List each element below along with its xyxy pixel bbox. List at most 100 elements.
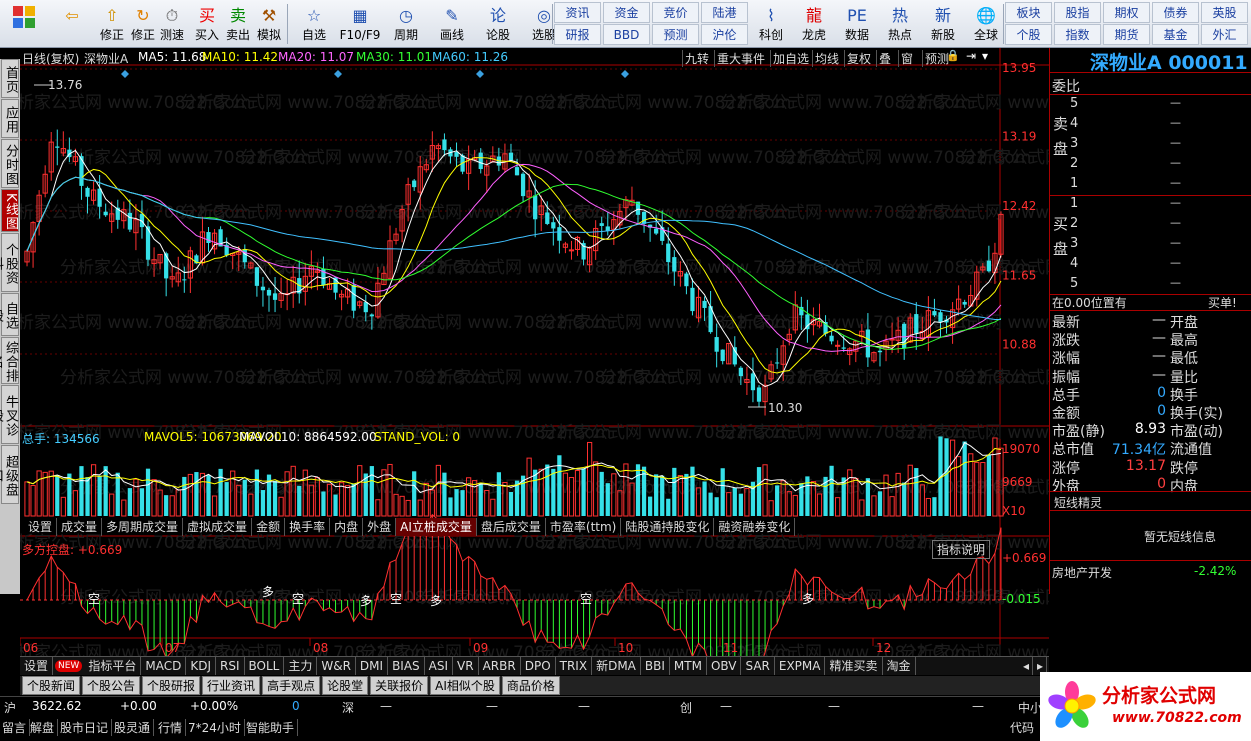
status-item-3[interactable]: 股灵通	[114, 719, 155, 736]
left-nav-5[interactable]: 自选股	[0, 293, 19, 336]
quick-link-1-2[interactable]: 预测	[652, 24, 699, 45]
period-button[interactable]: ◷ 周期	[384, 2, 428, 46]
indicator-tab-17[interactable]: MTM	[670, 657, 707, 675]
indicator-tab-13[interactable]: DPO	[521, 657, 556, 675]
left-nav-1[interactable]: 应用	[1, 99, 19, 138]
left-nav-2[interactable]: 分时图	[1, 139, 19, 188]
vol-tab-4[interactable]: 金额	[252, 518, 286, 536]
vol-tab-0[interactable]: 设置	[24, 518, 58, 536]
info-tab-7[interactable]: AI相似个股	[430, 676, 500, 695]
market-link-1-2[interactable]: 期货	[1103, 24, 1150, 45]
indicator-tab-22[interactable]: 淘金	[883, 657, 916, 675]
market-link-1-3[interactable]: 基金	[1152, 24, 1199, 45]
global-button[interactable]: 🌐 全球	[965, 2, 1007, 46]
vol-tab-6[interactable]: 内盘	[330, 518, 364, 536]
vol-tab-7[interactable]: 外盘	[363, 518, 397, 536]
quick-link-0-0[interactable]: 资讯	[554, 2, 601, 23]
quick-link-1-3[interactable]: 沪伦	[701, 24, 748, 45]
left-nav-8[interactable]: 超级盘口	[0, 445, 19, 504]
vol-tab-2[interactable]: 多周期成交量	[102, 518, 184, 536]
fix-button[interactable]: ↻ 修正	[126, 2, 160, 46]
chart-btn-6[interactable]: 窗	[898, 50, 913, 67]
status-item-4[interactable]: 行情	[158, 719, 187, 736]
code-input-label[interactable]: 代码	[1010, 719, 1034, 736]
info-tab-1[interactable]: 个股公告	[82, 676, 141, 695]
market-link-0-1[interactable]: 股指	[1054, 2, 1101, 23]
chart-btn-2[interactable]: 加自选	[770, 50, 809, 67]
status-item-6[interactable]: 智能助手	[246, 719, 299, 736]
indicator-tab-7[interactable]: W&R	[317, 657, 356, 675]
indicator-tab-2[interactable]: MACD	[141, 657, 187, 675]
status-item-0[interactable]: 留言	[2, 719, 31, 736]
market-link-1-0[interactable]: 个股	[1005, 24, 1052, 45]
kline-chart-area[interactable]: 分析家公式网 www.70822.Com 分析家公式网 www.70822.Com…	[20, 48, 1049, 668]
indicator-tab-12[interactable]: ARBR	[479, 657, 521, 675]
info-tab-8[interactable]: 商品价格	[501, 676, 560, 695]
vol-tab-5[interactable]: 换手率	[285, 518, 331, 536]
watchlist-button[interactable]: ☆ 自选	[292, 2, 336, 46]
quick-link-0-3[interactable]: 陆港	[701, 2, 748, 23]
star-market-button[interactable]: ⌇ 科创	[750, 2, 792, 46]
market-link-0-0[interactable]: 板块	[1005, 2, 1052, 23]
forum-button[interactable]: 论论股	[476, 2, 520, 46]
vol-tab-3[interactable]: 虚拟成交量	[183, 518, 253, 536]
correct-button[interactable]: ⇧ 修正	[96, 2, 128, 46]
market-link-0-4[interactable]: 英股	[1201, 2, 1248, 23]
indicator-tab-8[interactable]: DMI	[356, 657, 389, 675]
hot-button[interactable]: 热热点	[879, 2, 921, 46]
market-link-0-3[interactable]: 债券	[1152, 2, 1199, 23]
indicator-tab-16[interactable]: BBI	[641, 657, 670, 675]
info-tab-4[interactable]: 高手观点	[262, 676, 321, 695]
menu-grid-button[interactable]	[6, 2, 42, 46]
info-tab-0[interactable]: 个股新闻	[22, 676, 81, 695]
info-tab-5[interactable]: 论股堂	[322, 676, 369, 695]
dragon-tiger-button[interactable]: 龍龙虎	[793, 2, 835, 46]
vol-tab-12[interactable]: 融资融券变化	[714, 518, 796, 536]
buy-button[interactable]: 买买入	[192, 2, 222, 46]
market-link-0-2[interactable]: 期权	[1103, 2, 1150, 23]
info-tab-2[interactable]: 个股研报	[142, 676, 201, 695]
indicator-tab-18[interactable]: OBV	[707, 657, 742, 675]
dropdown-icon[interactable]: ▾	[982, 49, 988, 63]
indicator-tab-5[interactable]: BOLL	[245, 657, 285, 675]
indicator-tab-0[interactable]: 设置	[20, 657, 54, 675]
chart-btn-3[interactable]: 均线	[812, 50, 839, 67]
back-button[interactable]: ⇦	[54, 2, 90, 46]
indicator-tab-9[interactable]: BIAS	[388, 657, 425, 675]
indicator-tab-14[interactable]: TRIX	[556, 657, 593, 675]
vol-tab-9[interactable]: 盘后成交量	[477, 518, 546, 536]
chart-btn-1[interactable]: 重大事件	[714, 50, 765, 67]
indicator-tab-4[interactable]: RSI	[216, 657, 245, 675]
chart-btn-7[interactable]: 预测	[922, 50, 949, 67]
simulate-button[interactable]: ⚒ 模拟	[254, 2, 284, 46]
left-nav-7[interactable]: 牛叉诊股	[0, 385, 19, 444]
status-item-5[interactable]: 7*24小时	[188, 719, 245, 736]
indicator-tab-15[interactable]: 新DMA	[592, 657, 641, 675]
kline-chart[interactable]: 分析家公式网 www.70822.Com 分析家公式网 www.70822.Com…	[20, 48, 1049, 658]
indicator-tab-10[interactable]: ASI	[425, 657, 454, 675]
left-nav-4[interactable]: 个股资料	[0, 233, 19, 292]
quick-link-0-2[interactable]: 竞价	[652, 2, 699, 23]
indicator-tab-1[interactable]: 指标平台	[84, 657, 142, 675]
quick-link-1-0[interactable]: 研报	[554, 24, 601, 45]
vol-tab-8[interactable]: AI立桩成交量	[396, 518, 477, 536]
scroll-left-icon[interactable]: ◂	[1020, 657, 1034, 675]
status-item-2[interactable]: 股市日记	[60, 719, 113, 736]
indicator-tab-6[interactable]: 主力	[284, 657, 318, 675]
next-icon[interactable]: ⇥	[966, 49, 976, 63]
quick-link-1-1[interactable]: BBD	[603, 24, 650, 45]
market-link-1-1[interactable]: 指数	[1054, 24, 1101, 45]
left-nav-3[interactable]: K线图	[1, 189, 19, 232]
indicator-tab-11[interactable]: VR	[453, 657, 479, 675]
info-tab-3[interactable]: 行业资讯	[202, 676, 261, 695]
indicator-tab-20[interactable]: EXPMA	[775, 657, 826, 675]
indicator-tab-21[interactable]: 精准买卖	[825, 657, 883, 675]
left-nav-0[interactable]: 首页	[1, 59, 19, 98]
vol-tab-1[interactable]: 成交量	[57, 518, 103, 536]
quick-link-0-1[interactable]: 资金	[603, 2, 650, 23]
lock-icon[interactable]: 🔒	[946, 49, 960, 62]
draw-button[interactable]: ✎ 画线	[430, 2, 474, 46]
info-tab-6[interactable]: 关联报价	[370, 676, 429, 695]
indicator-help-button[interactable]: 指标说明	[932, 540, 991, 559]
indicator-tab-3[interactable]: KDJ	[186, 657, 216, 675]
